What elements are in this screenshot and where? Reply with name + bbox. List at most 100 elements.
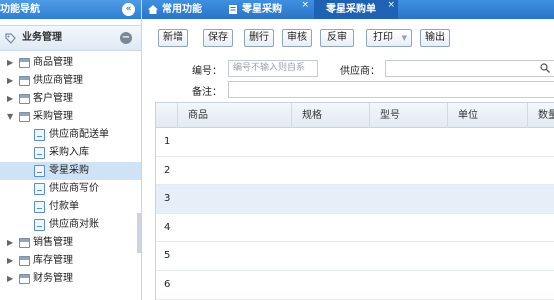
tab-spot-purchase-order[interactable]: 零星采购单 × — [314, 0, 398, 19]
expand-arrow-icon[interactable]: ▶ — [7, 270, 13, 288]
new-button[interactable]: 新增 — [158, 29, 188, 47]
sidebar-item-label: 采购入库 — [49, 147, 89, 158]
items-grid: 商品 规格 型号 单位 数量 1 2 3 4 5 6 — [155, 102, 554, 300]
form-row-number: 编号： 编号不输入则自系 供应商： — [150, 60, 554, 78]
section-label: 业务管理 — [22, 32, 62, 43]
section-business-management[interactable]: 业务管理 − — [0, 25, 141, 51]
sidebar-item-spot-purchase[interactable]: 零星采购 — [0, 162, 141, 180]
toolbar: 新增 保存 删行 审核 反审 打印 ▼ 输出 — [150, 26, 554, 52]
window-icon — [19, 256, 30, 266]
column-header-product[interactable]: 商品 — [177, 103, 295, 128]
window-icon — [19, 94, 30, 104]
sidebar-item-label: 采购管理 — [33, 111, 73, 122]
document-icon — [34, 201, 45, 213]
document-icon — [34, 183, 45, 195]
row-number: 6 — [164, 278, 171, 290]
table-row[interactable]: 5 — [156, 242, 554, 271]
print-label: 打印 — [373, 32, 393, 43]
collapse-icon[interactable]: « — [122, 3, 135, 16]
tab-label: 零星采购 — [242, 4, 282, 15]
form-row-remark: 备注： — [150, 81, 554, 99]
expand-arrow-icon[interactable]: ▶ — [7, 72, 13, 90]
chevron-down-icon: ▼ — [401, 34, 407, 42]
window-icon — [19, 76, 30, 86]
table-row[interactable]: 4 — [156, 214, 554, 243]
sidebar-item-supplier-management[interactable]: ▶ 供应商管理 — [0, 72, 141, 90]
collapse-section-icon[interactable]: − — [120, 32, 132, 44]
row-number: 2 — [164, 164, 171, 176]
window-icon — [19, 238, 30, 248]
sidebar-item-supplier-reconciliation[interactable]: 供应商对账 — [0, 216, 141, 234]
remark-label: 备注： — [192, 87, 222, 98]
expand-arrow-icon[interactable]: ▶ — [7, 90, 13, 108]
supplier-input[interactable] — [385, 60, 554, 77]
sidebar-item-purchase-management[interactable]: ▼ 采购管理 — [0, 108, 141, 126]
print-button[interactable]: 打印 ▼ — [366, 29, 412, 47]
sidebar-item-supplier-pricing[interactable]: 供应商写价 — [0, 180, 141, 198]
sidebar-item-label: 财务管理 — [33, 273, 73, 284]
unaudit-button[interactable]: 反审 — [320, 29, 354, 47]
supplier-label: 供应商： — [340, 66, 380, 77]
sidebar: 功能导航 « 业务管理 − ▶ 商品管理 ▶ 供应商管理 ▶ 客户管理 ▼ 采购… — [0, 0, 142, 300]
sidebar-item-label: 销售管理 — [33, 237, 73, 248]
window-icon — [19, 58, 30, 68]
tab-label: 常用功能 — [162, 4, 202, 15]
row-number: 1 — [164, 136, 171, 147]
tab-spot-purchase[interactable]: 零星采购 × — [222, 0, 312, 19]
close-icon[interactable]: × — [301, 0, 309, 15]
column-header-unit[interactable]: 单位 — [447, 103, 527, 128]
save-button[interactable]: 保存 — [203, 29, 233, 47]
sidebar-item-label: 商品管理 — [33, 57, 73, 68]
remark-input[interactable] — [228, 81, 554, 98]
home-icon — [148, 5, 158, 14]
collapse-arrow-icon[interactable]: ▼ — [7, 108, 13, 126]
column-header-model[interactable]: 型号 — [369, 103, 447, 128]
sidebar-item-label: 供应商配送单 — [49, 129, 109, 140]
sidebar-header: 功能导航 « — [0, 0, 141, 19]
table-row[interactable]: 1 — [156, 128, 554, 157]
sidebar-item-label: 供应商写价 — [49, 183, 99, 194]
expand-arrow-icon[interactable]: ▶ — [7, 252, 13, 270]
sidebar-item-label: 供应商管理 — [33, 75, 83, 86]
column-header-quantity[interactable]: 数量 — [527, 103, 554, 128]
document-icon — [34, 165, 45, 177]
sidebar-item-sales-management[interactable]: ▶ 销售管理 — [0, 234, 141, 252]
sidebar-item-finance-management[interactable]: ▶ 财务管理 — [0, 270, 141, 288]
table-row[interactable]: 3 — [156, 185, 554, 214]
row-number: 5 — [164, 250, 171, 262]
delete-row-button[interactable]: 删行 — [244, 29, 274, 47]
tab-bar: 常用功能 零星采购 × 零星采购单 × — [142, 0, 554, 19]
table-row[interactable]: 2 — [156, 157, 554, 186]
audit-button[interactable]: 审核 — [282, 29, 312, 47]
tab-common-functions[interactable]: 常用功能 — [142, 0, 220, 19]
sidebar-item-purchase-receipt[interactable]: 采购入库 — [0, 144, 141, 162]
table-row[interactable]: 6 — [156, 271, 554, 300]
expand-arrow-icon[interactable]: ▶ — [7, 54, 13, 72]
sidebar-splitter[interactable] — [137, 213, 141, 253]
document-icon — [229, 5, 237, 14]
sidebar-item-label: 客户管理 — [33, 93, 73, 104]
number-label: 编号： — [192, 66, 222, 77]
tag-icon — [5, 33, 16, 44]
export-button[interactable]: 输出 — [420, 29, 450, 47]
document-icon — [34, 147, 45, 159]
sidebar-item-payment-order[interactable]: 付款单 — [0, 198, 141, 216]
sidebar-item-label: 供应商对账 — [49, 219, 99, 230]
document-icon — [34, 129, 45, 141]
sidebar-item-supplier-delivery[interactable]: 供应商配送单 — [0, 126, 141, 144]
sidebar-item-inventory-management[interactable]: ▶ 库存管理 — [0, 252, 141, 270]
sidebar-item-product-management[interactable]: ▶ 商品管理 — [0, 54, 141, 72]
grid-header: 商品 规格 型号 单位 数量 — [156, 103, 554, 128]
column-header-spec[interactable]: 规格 — [291, 103, 369, 128]
sidebar-item-label: 付款单 — [49, 201, 79, 212]
search-icon[interactable] — [540, 63, 550, 73]
close-icon[interactable]: × — [387, 0, 395, 15]
sidebar-item-label: 库存管理 — [33, 255, 73, 266]
sidebar-item-label: 零星采购 — [49, 165, 89, 176]
expand-arrow-icon[interactable]: ▶ — [7, 234, 13, 252]
sidebar-title: 功能导航 — [0, 4, 40, 15]
document-icon — [34, 219, 45, 231]
window-icon — [19, 274, 30, 284]
sidebar-item-customer-management[interactable]: ▶ 客户管理 — [0, 90, 141, 108]
number-input[interactable]: 编号不输入则自系 — [228, 60, 318, 77]
